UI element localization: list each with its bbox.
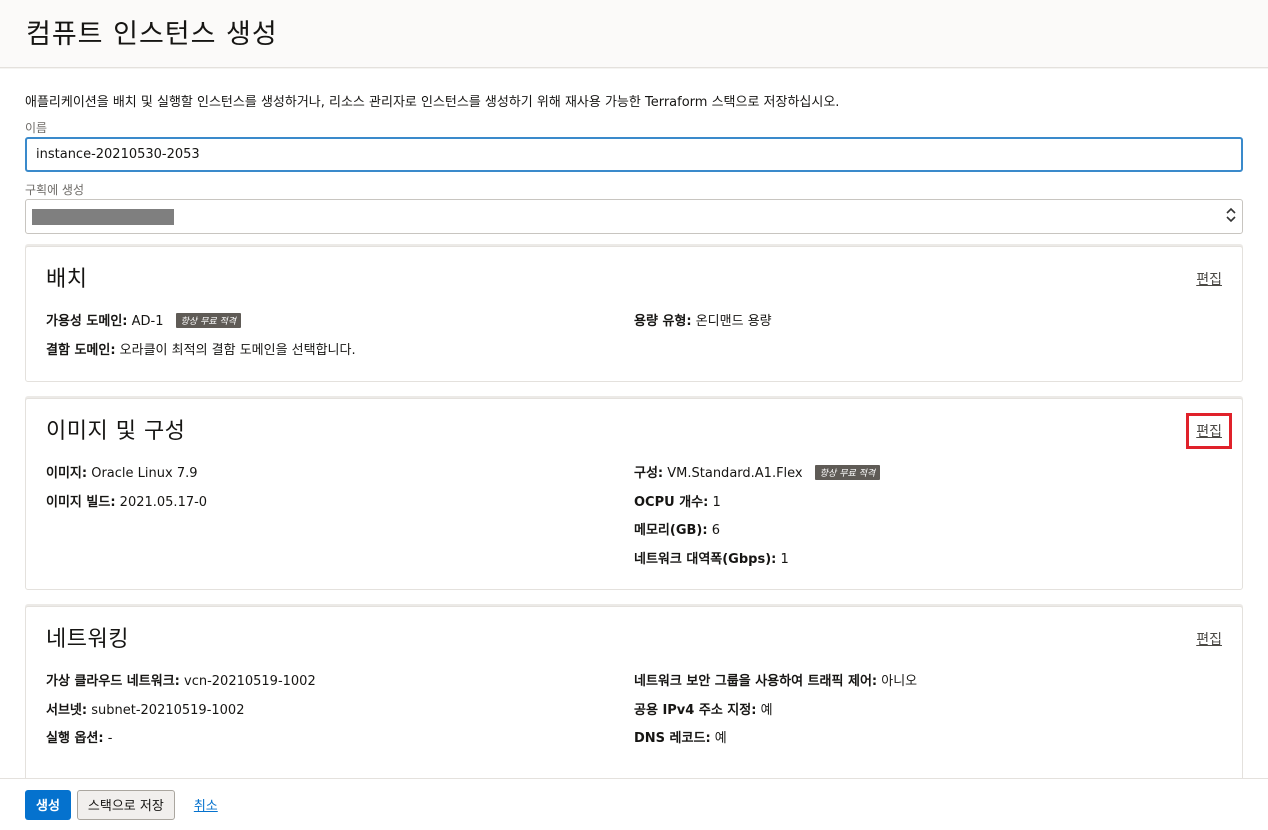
availability-domain-label: 가용성 도메인: [46,314,128,329]
capacity-type-row: 용량 유형: 온디맨드 용량 [634,310,1222,339]
capacity-type-label: 용량 유형: [634,314,692,329]
image-label: 이미지: [46,466,88,481]
availability-domain-value: AD-1 [131,314,164,329]
shape-label: 구성: [634,466,664,481]
ocpu-row: OCPU 개수: 1 [634,491,1222,520]
public-ip-label: 공용 IPv4 주소 지정: [634,702,757,718]
public-ip-row: 공용 IPv4 주소 지정: 예 [634,699,1222,728]
ocpu-value: 1 [712,494,721,510]
create-button[interactable]: 생성 [25,789,71,820]
page-title: 컴퓨트 인스턴스 생성 [26,19,278,50]
page-header: 컴퓨트 인스턴스 생성 [0,0,1268,68]
nsg-label: 네트워크 보안 그룹을 사용하여 트래픽 제어: [634,674,878,689]
memory-row: 메모리(GB): 6 [634,519,1222,548]
launch-options-label: 실행 옵션: [46,731,104,746]
always-free-badge: 항상 무료 적격 [814,465,881,480]
save-as-stack-button[interactable]: 스택으로 저장 [76,789,175,820]
compartment-label: 구획에 생성 [25,183,85,197]
form-description: 애플리케이션을 배치 및 실행할 인스턴스를 생성하거나, 리소스 관리자로 인… [25,95,840,110]
image-shape-section: 이미지 및 구성 편집 이미지: Oracle Linux 7.9 이미지 빌드… [25,398,1243,590]
dns-value: 예 [714,731,727,746]
compartment-select[interactable] [25,199,1243,234]
image-build-label: 이미지 빌드: [46,494,116,510]
dns-row: DNS 레코드: 예 [634,727,1222,756]
image-value: Oracle Linux 7.9 [91,466,198,481]
always-free-badge: 항상 무료 적격 [175,313,242,328]
shape-value: VM.Standard.A1.Flex [667,466,803,481]
cancel-link[interactable]: 취소 [194,795,218,814]
fault-domain-row: 결함 도메인: 오라클이 최적의 결함 도메인을 선택합니다. [46,339,634,368]
availability-domain-row: 가용성 도메인: AD-1 항상 무료 적격 [46,310,634,339]
dns-label: DNS 레코드: [634,731,711,746]
networking-edit-link[interactable]: 편집 [1196,629,1222,649]
ocpu-label: OCPU 개수: [634,494,709,510]
memory-label: 메모리(GB): [634,523,708,538]
name-label: 이름 [25,121,48,135]
shape-row: 구성: VM.Standard.A1.Flex 항상 무료 적격 [634,462,1222,491]
select-updown-icon [1226,207,1236,226]
image-shape-edit-link[interactable]: 편집 [1186,413,1232,449]
image-build-value: 2021.05.17-0 [119,494,208,510]
public-ip-value: 예 [760,702,773,718]
memory-value: 6 [711,523,720,538]
compartment-value-redacted [32,208,174,225]
capacity-type-value: 온디맨드 용량 [695,314,772,329]
bandwidth-label: 네트워크 대역폭(Gbps): [634,551,777,567]
image-build-row: 이미지 빌드: 2021.05.17-0 [46,491,634,520]
launch-options-row: 실행 옵션: - [46,727,634,756]
subnet-value: subnet-20210519-1002 [91,702,245,718]
launch-options-value: - [107,731,113,746]
placement-edit-link[interactable]: 편집 [1196,269,1222,289]
image-shape-title: 이미지 및 구성 [46,419,186,444]
fault-domain-value: 오라클이 최적의 결함 도메인을 선택합니다. [119,342,356,358]
placement-section: 배치 편집 가용성 도메인: AD-1 항상 무료 적격 결함 도메인: 오라클… [25,246,1243,382]
subnet-row: 서브넷: subnet-20210519-1002 [46,699,634,728]
networking-section: 네트워킹 편집 가상 클라우드 네트워크: vcn-20210519-1002 … [25,606,1243,778]
nsg-row: 네트워크 보안 그룹을 사용하여 트래픽 제어: 아니오 [634,670,1222,699]
networking-title: 네트워킹 [46,627,129,652]
vcn-value: vcn-20210519-1002 [184,674,316,689]
create-instance-form: 애플리케이션을 배치 및 실행할 인스턴스를 생성하거나, 리소스 관리자로 인… [0,69,1268,778]
bandwidth-row: 네트워크 대역폭(Gbps): 1 [634,548,1222,577]
subnet-label: 서브넷: [46,702,88,718]
vcn-label: 가상 클라우드 네트워크: [46,674,180,689]
placement-title: 배치 [46,267,88,292]
fault-domain-label: 결함 도메인: [46,342,116,358]
image-row: 이미지: Oracle Linux 7.9 [46,462,634,491]
form-footer: 생성 스택으로 저장 취소 [0,778,1268,830]
bandwidth-value: 1 [780,551,789,567]
vcn-row: 가상 클라우드 네트워크: vcn-20210519-1002 [46,670,634,699]
nsg-value: 아니오 [881,674,918,689]
name-input[interactable]: instance-20210530-2053 [25,137,1243,172]
name-input-value: instance-20210530-2053 [36,147,200,162]
